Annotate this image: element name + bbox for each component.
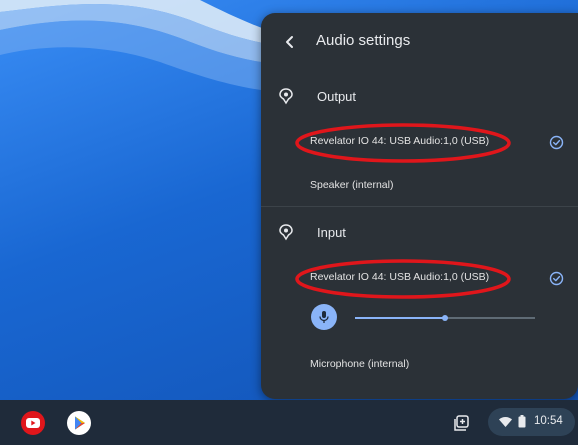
slider-fill	[355, 317, 445, 319]
mic-mute-button[interactable]	[311, 304, 337, 330]
input-device-revelator[interactable]: Revelator IO 44: USB Audio:1,0 (USB)	[310, 271, 489, 283]
output-selected-check-icon	[549, 135, 564, 150]
output-device-speaker-internal[interactable]: Speaker (internal)	[310, 179, 393, 191]
output-section-label: Output	[317, 89, 357, 104]
input-selected-check-icon	[549, 271, 564, 286]
youtube-icon[interactable]	[21, 411, 45, 435]
output-device-revelator[interactable]: Revelator IO 44: USB Audio:1,0 (USB)	[310, 135, 489, 147]
play-store-icon[interactable]	[67, 411, 91, 435]
battery-icon	[518, 415, 526, 428]
slider-thumb[interactable]	[442, 315, 448, 321]
section-divider	[261, 206, 578, 207]
status-area[interactable]: 10:54	[488, 408, 575, 436]
wifi-icon	[499, 417, 512, 427]
microphone-input-icon	[279, 224, 293, 241]
panel-header: Audio settings	[261, 13, 578, 71]
holding-space-icon[interactable]	[453, 414, 471, 432]
audio-settings-panel: Audio settings Output Revelator IO 44: U…	[261, 13, 578, 399]
back-arrow-icon[interactable]	[281, 33, 299, 51]
input-section-label: Input	[317, 225, 346, 240]
input-gain-slider[interactable]	[355, 315, 535, 321]
microphone-icon	[319, 311, 329, 323]
shelf: 10:54	[0, 400, 578, 445]
input-device-microphone-internal[interactable]: Microphone (internal)	[310, 358, 409, 370]
speaker-output-icon	[279, 88, 293, 105]
panel-title: Audio settings	[316, 32, 411, 49]
clock: 10:54	[534, 415, 563, 427]
